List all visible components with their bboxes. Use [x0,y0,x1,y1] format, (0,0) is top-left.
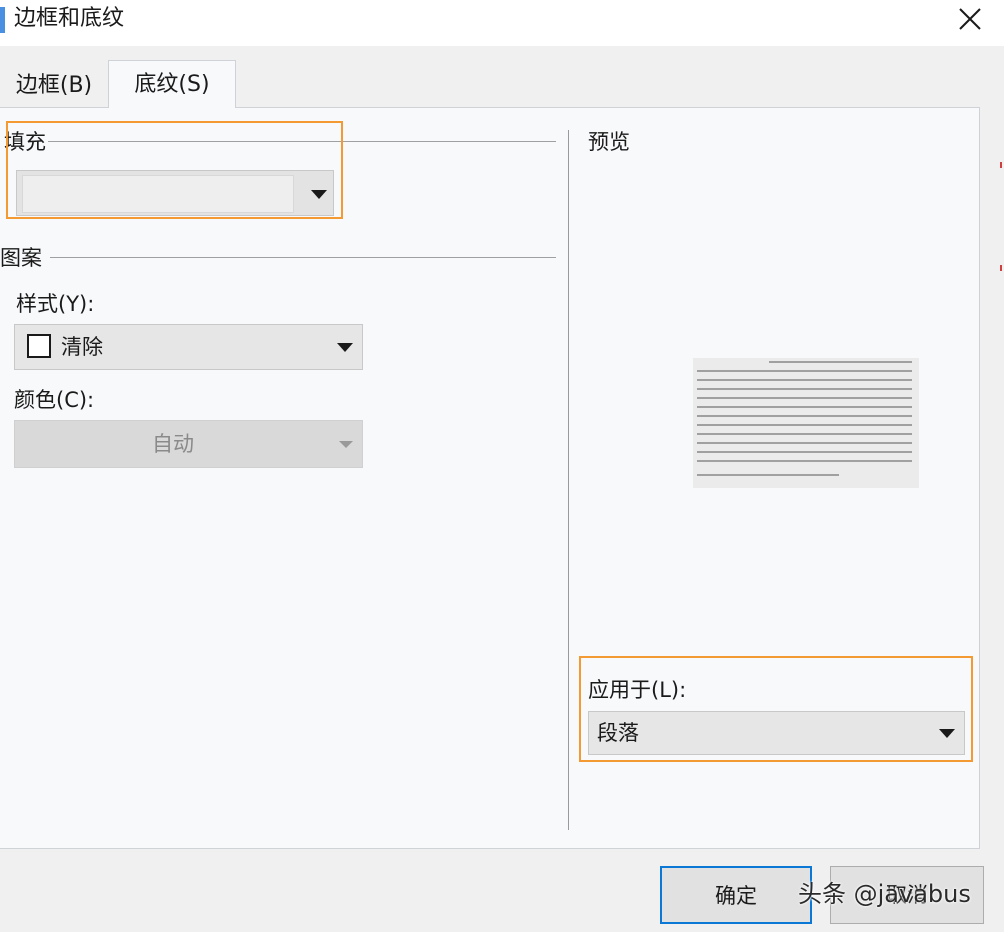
style-dropdown[interactable]: 清除 [14,324,363,370]
pattern-color-dropdown[interactable]: 自动 [14,420,363,468]
pattern-group-divider [50,257,556,258]
style-value: 清除 [61,335,103,359]
app-icon [0,7,5,33]
chevron-down-icon [311,190,327,199]
fill-color-swatch [22,175,294,213]
color-label: 颜色(C): [14,388,95,412]
clear-pattern-icon [27,334,51,358]
close-icon [959,8,981,30]
preview-image [693,358,919,488]
apply-to-dropdown[interactable]: 段落 [588,711,965,755]
edge-mark [1000,162,1002,168]
ok-button[interactable]: 确定 [660,866,812,924]
preview-label: 预览 [588,130,630,154]
edge-mark [1000,265,1002,271]
apply-to-label: 应用于(L): [588,678,687,702]
fill-group-label: 填充 [4,130,46,154]
tab-shading[interactable]: 底纹(S) [108,60,236,108]
tab-border[interactable]: 边框(B) [0,64,108,108]
close-button[interactable] [948,0,992,40]
watermark: 头条 @javabus [798,880,971,908]
pattern-group-label: 图案 [0,246,42,270]
chevron-down-icon [337,343,353,352]
style-label: 样式(Y): [16,292,95,316]
chevron-down-icon [339,441,353,448]
title-bar: 边框和底纹 [0,0,1004,46]
chevron-down-icon [939,729,955,738]
fill-group-divider [48,141,556,142]
apply-to-value: 段落 [597,721,639,745]
pattern-color-value: 自动 [152,432,194,456]
preview-separator [568,130,569,830]
borders-and-shading-dialog: 边框和底纹 边框(B) 底纹(S) 填充 图案 样式(Y): 清除 颜色(C):… [0,0,1004,932]
dialog-title: 边框和底纹 [14,6,125,31]
